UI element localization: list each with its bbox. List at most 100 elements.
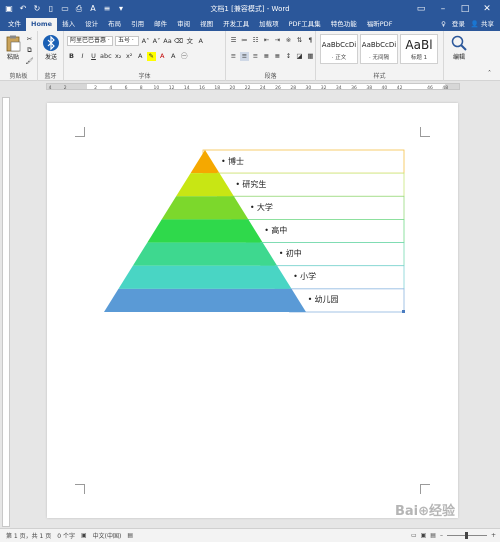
strikethrough-icon[interactable]: abc — [100, 52, 112, 61]
new-document-icon[interactable]: ▯ — [46, 4, 56, 14]
zoom-in-icon[interactable]: + — [491, 532, 496, 539]
shrink-font-icon[interactable]: A˅ — [152, 37, 161, 46]
style-normal[interactable]: AaBbCcDi · 正文 — [320, 34, 358, 64]
highlight-icon[interactable]: ✎ — [146, 52, 156, 61]
cut-icon[interactable]: ✂ — [25, 35, 34, 44]
read-mode-icon[interactable]: ▭ — [411, 532, 417, 539]
align-center-icon[interactable]: ≡ — [240, 52, 249, 61]
clear-formatting-icon[interactable]: ⌫ — [174, 37, 183, 46]
language-indicator[interactable]: 中文(中国) — [87, 531, 122, 540]
web-layout-icon[interactable]: ▤ — [430, 532, 436, 539]
open-folder-icon[interactable]: ▭ — [60, 4, 70, 14]
underline-icon[interactable]: U — [89, 52, 98, 61]
login-link[interactable]: 登录 — [452, 18, 465, 31]
align-right-icon[interactable]: ≡ — [251, 52, 260, 61]
macro-icon[interactable]: ▤ — [121, 532, 133, 539]
editing-group: 编辑 — [444, 31, 474, 81]
pyramid-level-shape[interactable] — [132, 242, 278, 266]
resize-handle[interactable] — [402, 310, 405, 313]
numbering-list-icon[interactable]: ≔ — [240, 36, 249, 45]
word-count[interactable]: 0 个字 — [51, 531, 75, 540]
sort-icon[interactable]: ⇅ — [295, 36, 304, 45]
borders-icon[interactable]: ▦ — [306, 52, 315, 61]
pyramid-level-label: • 高中 — [264, 226, 287, 236]
print-icon[interactable]: ⎙ — [74, 4, 84, 14]
pyramid-level-shape[interactable] — [118, 265, 292, 289]
tab-6[interactable]: 邮件 — [149, 18, 172, 31]
multilevel-list-icon[interactable]: ☷ — [251, 36, 260, 45]
print-layout-icon[interactable]: ▣ — [421, 532, 427, 539]
text-effects-icon[interactable]: A — [136, 52, 145, 61]
bluetooth-send-button[interactable]: 发送 — [41, 34, 61, 61]
ribbon-display-icon[interactable]: ▭ — [410, 4, 432, 14]
phonetic-guide-icon[interactable]: 文 — [185, 37, 194, 46]
format-painter-icon[interactable]: 🖌 — [25, 57, 34, 66]
character-shading-icon[interactable]: A — [169, 52, 178, 61]
tell-me-icon[interactable]: ♀ — [441, 18, 446, 31]
page-count[interactable]: 第 1 页，共 1 页 — [0, 531, 51, 540]
redo-icon[interactable]: ↻ — [32, 4, 42, 14]
character-border-icon[interactable]: A — [196, 37, 205, 46]
show-marks-icon[interactable]: ¶ — [306, 36, 315, 45]
save-icon[interactable]: ▣ — [4, 4, 14, 14]
tab-1[interactable]: Home — [26, 18, 58, 31]
proofing-icon[interactable]: ▣ — [75, 532, 87, 539]
bullets-icon[interactable]: ☰ — [229, 36, 238, 45]
tab-8[interactable]: 视图 — [195, 18, 218, 31]
chinese-layout-icon[interactable]: ※ — [284, 36, 293, 45]
copy-icon[interactable]: ⧉ — [25, 46, 34, 55]
undo-icon[interactable]: ↶ — [18, 4, 28, 14]
share-button[interactable]: 👤 共享 — [471, 18, 494, 31]
font-size-combo[interactable]: 五号 · — [115, 36, 139, 46]
font-color-icon[interactable]: A — [88, 4, 98, 14]
shading-icon[interactable]: ◪ — [295, 52, 304, 61]
enclose-characters-icon[interactable]: ㊀ — [180, 52, 189, 61]
change-case-icon[interactable]: Aa — [163, 37, 172, 46]
subscript-icon[interactable]: x₂ — [114, 52, 123, 61]
tab-5[interactable]: 引用 — [126, 18, 149, 31]
ruler-tick-label: 20 — [230, 85, 236, 91]
pyramid-level-shape[interactable] — [104, 288, 306, 312]
italic-icon[interactable]: I — [78, 52, 87, 61]
style-heading-1[interactable]: AaBl 标题 1 — [400, 34, 438, 64]
superscript-icon[interactable]: x² — [125, 52, 134, 61]
pyramid-level-shape[interactable] — [147, 219, 263, 243]
editing-button[interactable]: 编辑 — [448, 34, 470, 61]
tab-7[interactable]: 审阅 — [172, 18, 195, 31]
font-color-a-icon[interactable]: A — [158, 52, 167, 61]
increase-indent-icon[interactable]: ⇥ — [273, 36, 282, 45]
ruler-tick-label: 6 — [125, 85, 128, 91]
customize-toolbar-icon[interactable]: ▾ — [116, 4, 126, 14]
align-left-icon[interactable]: ≡ — [229, 52, 238, 61]
justify-icon[interactable]: ≣ — [262, 52, 271, 61]
grow-font-icon[interactable]: A˄ — [141, 37, 150, 46]
bold-icon[interactable]: B — [67, 52, 76, 61]
ruler-tick-label: 8 — [140, 85, 143, 91]
decrease-indent-icon[interactable]: ⇤ — [262, 36, 271, 45]
tab-2[interactable]: 插入 — [57, 18, 80, 31]
pyramid-level-shape[interactable] — [161, 196, 249, 220]
tab-0[interactable]: 文件 — [3, 18, 26, 31]
tab-4[interactable]: 布局 — [103, 18, 126, 31]
maximize-icon[interactable]: □ — [454, 4, 476, 14]
zoom-out-icon[interactable]: – — [440, 532, 443, 539]
tab-12[interactable]: 特色功能 — [326, 18, 362, 31]
font-name-combo[interactable]: 阿里巴巴普惠 · — [67, 36, 113, 46]
zoom-slider-knob[interactable] — [465, 532, 469, 539]
tab-11[interactable]: PDF工具集 — [284, 18, 326, 31]
tab-9[interactable]: 开发工具 — [218, 18, 254, 31]
style-no-spacing[interactable]: AaBbCcDi · 无间隔 — [360, 34, 398, 64]
ruler-tick-label: 22 — [245, 85, 251, 91]
numbering-icon[interactable]: ≡ — [102, 4, 112, 14]
tab-13[interactable]: 福昕PDF — [362, 18, 398, 31]
collapse-ribbon-icon[interactable]: ˄ — [485, 69, 494, 78]
tab-3[interactable]: 设计 — [80, 18, 103, 31]
distributed-icon[interactable]: ≣ — [273, 52, 282, 61]
tab-10[interactable]: 加载项 — [254, 18, 284, 31]
paste-button[interactable]: 粘贴 — [3, 34, 23, 61]
line-spacing-icon[interactable]: ↕ — [284, 52, 293, 61]
quick-access-toolbar: ▣ ↶ ↻ ▯ ▭ ⎙ A ≡ ▾ — [0, 0, 126, 18]
zoom-slider[interactable] — [446, 532, 487, 539]
minimize-icon[interactable]: – — [432, 4, 454, 14]
close-icon[interactable]: ✕ — [476, 4, 498, 14]
